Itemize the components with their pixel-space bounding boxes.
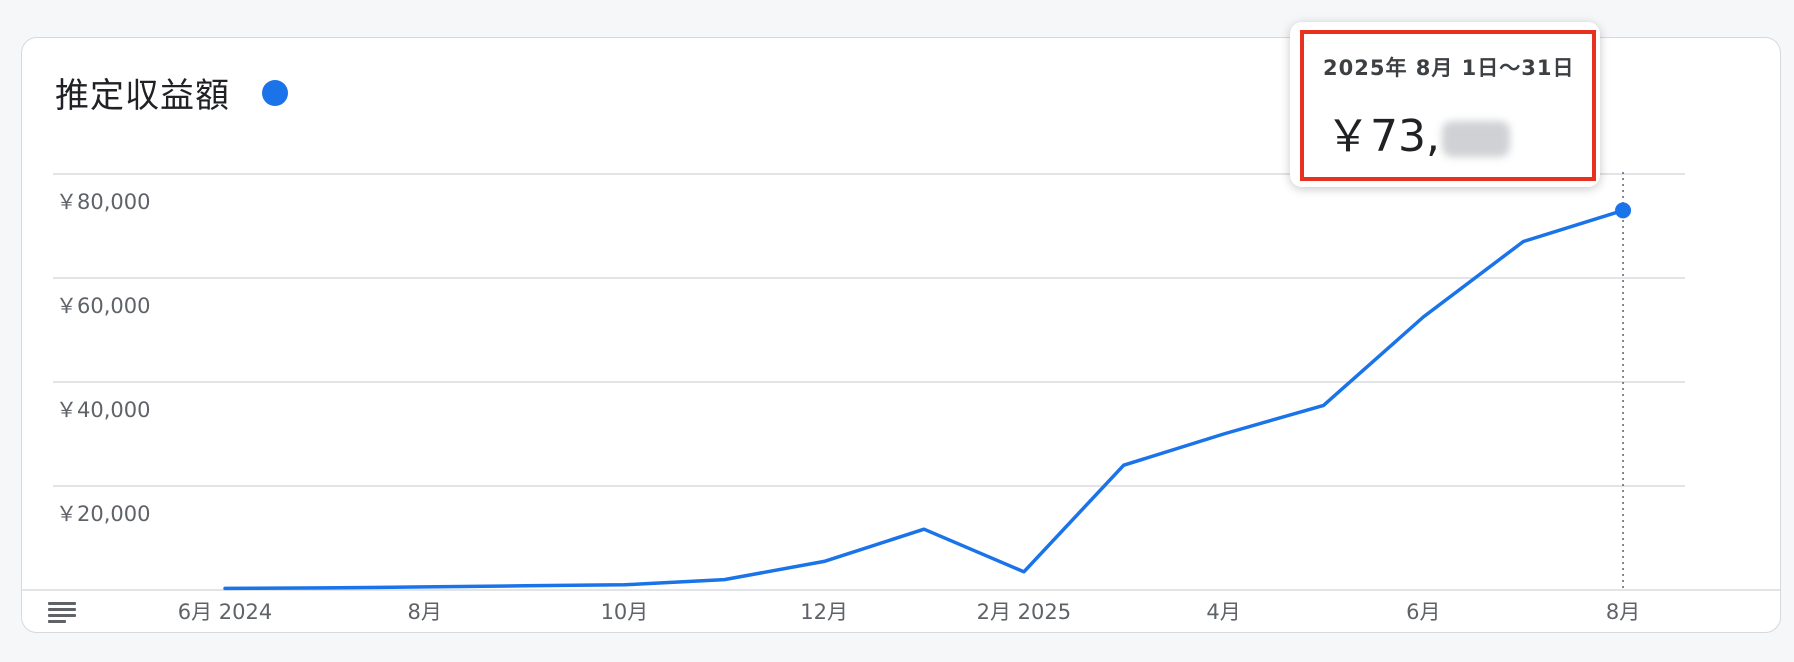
series-line[interactable] [223,208,1625,591]
x-tick-label: 8月 [1606,600,1640,624]
x-tick-label: 2月 2025 [977,600,1071,624]
highlight-point[interactable] [1615,202,1632,219]
y-tick-label: ￥20,000 [56,502,150,526]
x-tick-label: 10月 [601,600,649,624]
x-tick-label: 12月 [800,600,848,624]
redacted-digits [1441,121,1510,157]
x-tick-label: 6月 2024 [178,600,272,624]
y-tick-label: ￥60,000 [56,294,150,318]
x-tick-label: 6月 [1406,600,1440,624]
tooltip-date: 2025年 8月 1日〜31日 [1323,56,1575,80]
y-tick-label: ￥80,000 [56,190,150,214]
chart-tooltip: 2025年 8月 1日〜31日 ￥73, [1290,22,1600,187]
tooltip-value: ￥73, [1326,100,1510,164]
x-tick-label: 8月 [408,600,442,624]
table-view-icon[interactable] [48,602,76,624]
x-tick-label: 4月 [1206,600,1240,624]
y-tick-label: ￥40,000 [56,398,150,422]
tooltip-value-text: ￥73, [1326,111,1440,162]
